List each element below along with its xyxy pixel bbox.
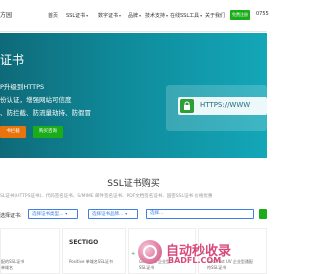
- chevron-down-icon: ▾: [200, 13, 203, 18]
- cert-type-select[interactable]: 选择证书类型... ▾: [28, 209, 78, 219]
- nav-item-digital-cert[interactable]: 数字证书▾: [98, 12, 121, 19]
- chevron-down-icon: ▾: [125, 211, 128, 216]
- phone-number: 0755: [256, 11, 269, 17]
- nav-item-about[interactable]: 关于我们: [205, 12, 225, 19]
- watermark: 自动秒收录 BADFL.COM: [138, 238, 250, 268]
- lock-badge: [180, 99, 194, 113]
- product-card[interactable]: SECTIGO Positive 单域名SSL证书: [62, 228, 126, 274]
- hero-primary-button[interactable]: 书拦截: [0, 126, 26, 138]
- url-text: HTTPS://WWW: [200, 101, 251, 109]
- register-button[interactable]: 免费注册: [230, 10, 250, 20]
- top-nav: 方园 首页 SSL证书▾ 数字证书▾ 品牌▾ 技术支持▾ 在线SSL工具▾ 关于…: [0, 0, 269, 32]
- filter-submit-button[interactable]: [259, 209, 267, 219]
- hero-title: 证书: [0, 53, 25, 67]
- chevron-down-icon: ▾: [166, 13, 169, 18]
- chevron-down-icon: ▾: [139, 13, 142, 18]
- sectigo-logo: SECTIGO: [69, 239, 99, 246]
- nav-item-brand[interactable]: 品牌▾: [128, 12, 141, 19]
- chevron-down-icon: ▾: [86, 13, 89, 18]
- hero-line-2: 份认证，增强网站可信度: [0, 96, 72, 104]
- chevron-down-icon: ▾: [119, 13, 122, 18]
- watermark-logo-icon: [138, 240, 162, 264]
- cert-brand-select[interactable]: 选择证书品牌... ▾: [88, 209, 138, 219]
- lock-icon: [184, 101, 190, 110]
- section-description: SL证书(HTTPS证书)、代码签名证书、S/MIME 邮件签名证书、PDF文档…: [0, 194, 213, 199]
- section-title: SSL证书购买: [107, 179, 160, 189]
- filter-label: 选择证书:: [0, 213, 22, 219]
- watermark-site: BADFL.COM: [168, 256, 222, 265]
- chevron-down-icon: ▾: [65, 211, 68, 216]
- plus-icon: +: [131, 251, 136, 257]
- nav-item-support[interactable]: 技术支持▾: [145, 12, 168, 19]
- hero-consult-button[interactable]: 购买咨询: [33, 126, 63, 138]
- hero-line-3: 、防拦截、防流量劫持、防假冒: [0, 109, 91, 117]
- nav-item-ssl[interactable]: SSL证书▾: [66, 12, 88, 19]
- product-card[interactable]: 配的SSL证书 单域名: [0, 228, 60, 274]
- hero-line-1: P升级到HTTPS: [0, 83, 45, 91]
- site-logo[interactable]: 方园: [0, 10, 12, 19]
- hero-banner: 证书 P升级到HTTPS 份认证，增强网站可信度 、防拦截、防流量劫持、防假冒 …: [0, 33, 267, 158]
- nav-item-ssl-tools[interactable]: 在线SSL工具▾: [170, 12, 202, 19]
- cert-other-select[interactable]: 选择...: [146, 209, 254, 219]
- nav-item-home[interactable]: 首页: [48, 12, 58, 19]
